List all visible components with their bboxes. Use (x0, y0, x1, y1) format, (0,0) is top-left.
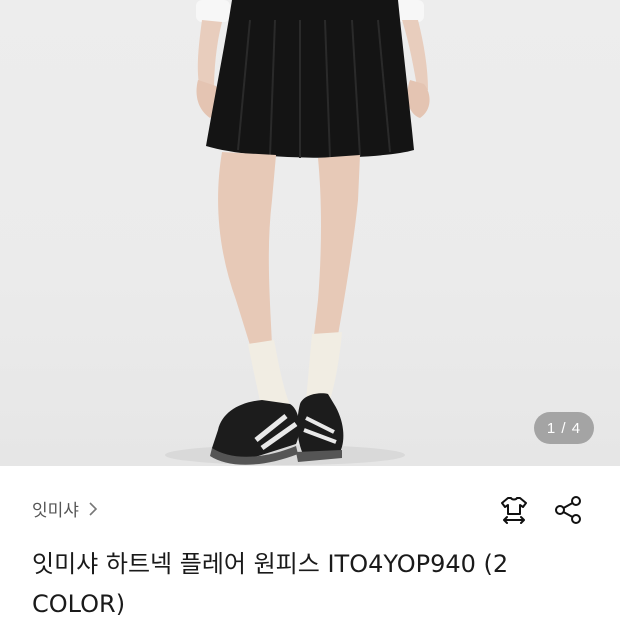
product-photo (165, 0, 430, 465)
brand-link[interactable]: 잇미샤 (32, 496, 101, 521)
product-image-gallery[interactable]: 1 / 4 (0, 0, 620, 466)
image-counter-badge: 1 / 4 (534, 412, 594, 444)
share-icon (553, 495, 583, 529)
product-actions (496, 494, 586, 530)
chevron-right-icon (85, 501, 101, 517)
product-info: 잇미샤 잇미샤 하트넥 플레어 원피스 ITO4YOP940 (2 COLOR) (0, 466, 620, 620)
image-counter-text: 1 / 4 (546, 419, 582, 437)
product-title: 잇미샤 하트넥 플레어 원피스 ITO4YOP940 (2 COLOR) (32, 550, 509, 618)
product-detail-page: 1 / 4 잇미샤 잇미샤 하트넥 플레어 원피스 ITO4YOP940 (2 … (0, 0, 620, 620)
size-guide-button[interactable] (496, 494, 532, 530)
share-button[interactable] (550, 494, 586, 530)
brand-name: 잇미샤 (32, 501, 79, 521)
shirt-size-icon (498, 494, 530, 530)
